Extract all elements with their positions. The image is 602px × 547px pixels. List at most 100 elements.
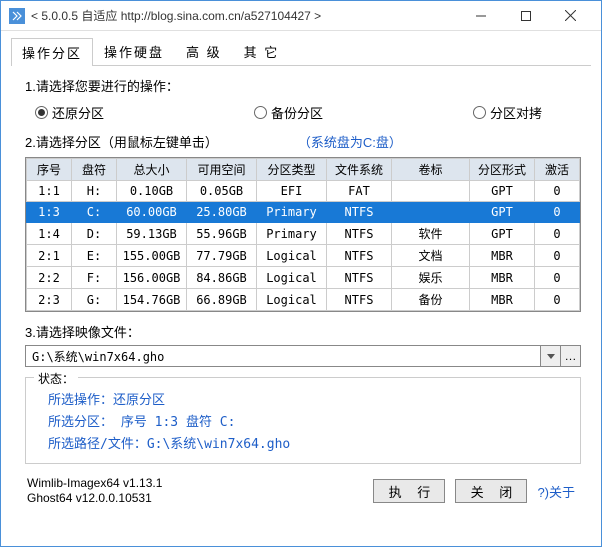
cell-ptype: Primary	[257, 202, 327, 223]
section3-title: 3.请选择映像文件：	[25, 322, 591, 341]
window-controls	[458, 2, 593, 30]
about-link[interactable]: ?)关于	[537, 482, 575, 501]
cell-drive: F:	[72, 267, 117, 289]
cell-pf: MBR	[470, 245, 535, 267]
cell-pf: GPT	[470, 223, 535, 245]
cell-vol: 文档	[392, 245, 470, 267]
column-header: 序号	[27, 159, 72, 181]
cell-seq: 2:1	[27, 245, 72, 267]
cell-seq: 1:3	[27, 202, 72, 223]
radio-option-1[interactable]: 备份分区	[254, 103, 323, 122]
cell-ptype: EFI	[257, 181, 327, 202]
column-header: 激活	[535, 159, 580, 181]
cell-act: 0	[535, 245, 580, 267]
table-header-row: 序号盘符总大小可用空间分区类型文件系统卷标分区形式激活	[27, 159, 580, 181]
cell-total: 154.76GB	[117, 289, 187, 311]
column-header: 文件系统	[327, 159, 392, 181]
version-line-1: Wimlib-Imagex64 v1.13.1	[27, 476, 162, 491]
radio-icon	[35, 106, 48, 119]
table-row[interactable]: 2:2F:156.00GB84.86GBLogicalNTFS娱乐MBR0	[27, 267, 580, 289]
cell-free: 77.79GB	[187, 245, 257, 267]
table-row[interactable]: 2:1E:155.00GB77.79GBLogicalNTFS文档MBR0	[27, 245, 580, 267]
tab-3[interactable]: 其 它	[233, 37, 291, 65]
close-button[interactable]	[548, 2, 593, 30]
section2-tip: （系统盘为C:盘）	[298, 132, 402, 151]
operation-radio-group: 还原分区 备份分区 分区对拷	[35, 103, 591, 122]
content: 操作分区操作硬盘高 级其 它 1.请选择您要进行的操作： 还原分区 备份分区 分区对…	[1, 31, 601, 546]
maximize-icon	[521, 11, 531, 21]
status-line: 所选路径/文件：G:\系统\win7x64.gho	[48, 433, 558, 452]
tab-0[interactable]: 操作分区	[11, 38, 93, 66]
cell-total: 156.00GB	[117, 267, 187, 289]
image-path-input[interactable]	[25, 345, 541, 367]
table-row[interactable]: 1:1H:0.10GB0.05GBEFIFATGPT0	[27, 181, 580, 202]
cell-vol	[392, 202, 470, 223]
tab-2[interactable]: 高 级	[175, 37, 233, 65]
radio-option-0[interactable]: 还原分区	[35, 103, 104, 122]
tab-bar: 操作分区操作硬盘高 级其 它	[11, 37, 591, 66]
status-box: 状态： 所选操作：还原分区所选分区： 序号 1:3 盘符 C:所选路径/文件：G…	[25, 377, 581, 464]
cell-vol: 娱乐	[392, 267, 470, 289]
radio-option-2[interactable]: 分区对拷	[473, 103, 542, 122]
cell-drive: G:	[72, 289, 117, 311]
status-line: 所选操作：还原分区	[48, 389, 558, 408]
close-icon	[565, 10, 576, 21]
cell-free: 55.96GB	[187, 223, 257, 245]
column-header: 卷标	[392, 159, 470, 181]
cell-act: 0	[535, 289, 580, 311]
table-row[interactable]: 1:4D:59.13GB55.96GBPrimaryNTFS软件GPT0	[27, 223, 580, 245]
footer-right: 执 行 关 闭 ?)关于	[373, 479, 575, 503]
status-label: 状态：	[34, 370, 78, 387]
cell-vol: 备份	[392, 289, 470, 311]
table-row[interactable]: 2:3G:154.76GB66.89GBLogicalNTFS备份MBR0	[27, 289, 580, 311]
section-partition: 2.请选择分区（用鼠标左键单击） （系统盘为C:盘） 序号盘符总大小可用空间分区…	[25, 132, 591, 312]
radio-label: 备份分区	[271, 103, 323, 122]
cell-ptype: Logical	[257, 245, 327, 267]
column-header: 盘符	[72, 159, 117, 181]
cell-fs: FAT	[327, 181, 392, 202]
tab-1[interactable]: 操作硬盘	[93, 37, 175, 65]
table-row[interactable]: 1:3C:60.00GB25.80GBPrimaryNTFSGPT0	[27, 202, 580, 223]
table-body: 1:1H:0.10GB0.05GBEFIFATGPT01:3C:60.00GB2…	[27, 181, 580, 311]
cell-free: 84.86GB	[187, 267, 257, 289]
section2-title: 2.请选择分区（用鼠标左键单击）	[25, 132, 218, 151]
app-window: < 5.0.0.5 自适应 http://blog.sina.com.cn/a5…	[0, 0, 602, 547]
cell-drive: C:	[72, 202, 117, 223]
minimize-icon	[476, 11, 486, 21]
maximize-button[interactable]	[503, 2, 548, 30]
cell-fs: NTFS	[327, 289, 392, 311]
radio-label: 分区对拷	[490, 103, 542, 122]
ellipsis-icon: …	[565, 349, 577, 363]
titlebar: < 5.0.0.5 自适应 http://blog.sina.com.cn/a5…	[1, 1, 601, 31]
cell-seq: 2:2	[27, 267, 72, 289]
partition-table: 序号盘符总大小可用空间分区类型文件系统卷标分区形式激活 1:1H:0.10GB0…	[26, 158, 580, 311]
section2-head: 2.请选择分区（用鼠标左键单击） （系统盘为C:盘）	[25, 132, 591, 151]
combo-dropdown-button[interactable]	[541, 345, 561, 367]
cell-free: 0.05GB	[187, 181, 257, 202]
cell-drive: H:	[72, 181, 117, 202]
status-line: 所选分区： 序号 1:3 盘符 C:	[48, 411, 558, 430]
column-header: 分区类型	[257, 159, 327, 181]
chevron-down-icon	[547, 354, 555, 359]
cell-seq: 1:4	[27, 223, 72, 245]
cell-fs: NTFS	[327, 223, 392, 245]
close-app-button[interactable]: 关 闭	[455, 479, 527, 503]
execute-button[interactable]: 执 行	[373, 479, 445, 503]
radio-icon	[473, 106, 486, 119]
minimize-button[interactable]	[458, 2, 503, 30]
browse-button[interactable]: …	[561, 345, 581, 367]
cell-drive: E:	[72, 245, 117, 267]
cell-ptype: Logical	[257, 289, 327, 311]
cell-free: 66.89GB	[187, 289, 257, 311]
version-text: Wimlib-Imagex64 v1.13.1 Ghost64 v12.0.0.…	[27, 476, 162, 506]
cell-pf: GPT	[470, 202, 535, 223]
cell-total: 155.00GB	[117, 245, 187, 267]
section-operation: 1.请选择您要进行的操作： 还原分区 备份分区 分区对拷	[25, 76, 591, 122]
partition-table-wrap: 序号盘符总大小可用空间分区类型文件系统卷标分区形式激活 1:1H:0.10GB0…	[25, 157, 581, 312]
column-header: 总大小	[117, 159, 187, 181]
cell-drive: D:	[72, 223, 117, 245]
cell-act: 0	[535, 223, 580, 245]
radio-icon	[254, 106, 267, 119]
app-icon	[9, 8, 25, 24]
section1-title: 1.请选择您要进行的操作：	[25, 76, 591, 95]
